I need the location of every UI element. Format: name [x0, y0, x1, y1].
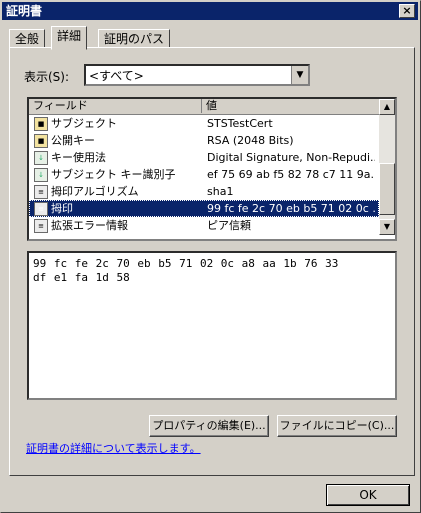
doc-icon: ≡ [34, 202, 48, 216]
scroll-thumb[interactable] [379, 163, 395, 215]
field-list[interactable]: フィールド 値 ■ サブジェクト STSTestCert ■ 公開キー RSA (2048… [27, 97, 397, 241]
list-row[interactable]: ≡ 拡張エラー情報 ピア信頼 [29, 217, 379, 234]
field-value: STSTestCert [207, 117, 273, 130]
cert-icon: ■ [34, 117, 48, 131]
column-header-field[interactable]: フィールド [29, 99, 202, 113]
download-icon: ↓ [34, 151, 48, 165]
show-label: 表示(S): [24, 70, 70, 84]
scroll-down-icon[interactable]: ▼ [379, 219, 395, 235]
list-row[interactable]: ↓ キー使用法 Digital Signature, Non-Repudi... [29, 149, 379, 166]
doc-icon: ≡ [34, 185, 48, 199]
field-value: RSA (2048 Bits) [207, 134, 294, 147]
download-icon: ↓ [34, 168, 48, 182]
ok-button[interactable]: OK [326, 484, 410, 506]
details-help-link[interactable]: 証明書の詳細について表示します。 [26, 440, 201, 456]
list-row[interactable]: ■ サブジェクト STSTestCert [29, 115, 379, 132]
list-row[interactable]: ≡ 拇印 99 fc fe 2c 70 eb b5 71 02 0c ... [29, 200, 379, 217]
column-header-value[interactable]: 値 [202, 99, 378, 113]
tab-certification-path[interactable]: 証明のパス [98, 29, 171, 49]
copy-to-file-button[interactable]: ファイルにコピー(C)... [277, 415, 397, 437]
field-value: ピア信頼 [207, 219, 251, 232]
list-row[interactable]: ↓ サブジェクト キー識別子 ef 75 69 ab f5 82 78 c7 11 … [29, 166, 379, 183]
field-name: 拇印 [51, 202, 73, 215]
vertical-scrollbar[interactable]: ▲ ▼ [379, 99, 395, 235]
list-header: フィールド 値 [29, 99, 379, 115]
window-title: 証明書 [6, 4, 43, 18]
edit-properties-button[interactable]: プロパティの編集(E)... [149, 415, 269, 437]
chevron-down-icon[interactable]: ▼ [291, 66, 308, 84]
value-text: 99 fc fe 2c 70 eb b5 71 02 0c a8 aa 1b 7… [33, 257, 339, 284]
title-bar: 証明書 × [2, 2, 418, 20]
cert-icon: ■ [34, 134, 48, 148]
field-name: キー使用法 [51, 151, 106, 164]
list-rows: ■ サブジェクト STSTestCert ■ 公開キー RSA (2048 Bits) ↓ キ… [29, 115, 379, 234]
field-value: sha1 [207, 185, 234, 198]
field-value: 99 fc fe 2c 70 eb b5 71 02 0c ... [207, 202, 375, 215]
field-name: 拡張エラー情報 [51, 219, 128, 232]
field-name: 拇印アルゴリズム [51, 185, 139, 198]
tab-general[interactable]: 全般 [9, 29, 46, 49]
list-row[interactable]: ■ 公開キー RSA (2048 Bits) [29, 132, 379, 149]
tab-details[interactable]: 詳細 [51, 26, 88, 50]
certificate-dialog: 証明書 × 全般 詳細 証明のパス 表示(S): <すべて> ▼ フィールド 値… [0, 0, 421, 513]
field-name: 公開キー [51, 134, 95, 147]
close-button[interactable]: × [399, 4, 415, 18]
field-name: サブジェクト [51, 117, 117, 130]
field-value: ef 75 69 ab f5 82 78 c7 11 9a... [207, 168, 375, 181]
value-textbox[interactable]: 99 fc fe 2c 70 eb b5 71 02 0c a8 aa 1b 7… [27, 251, 397, 400]
field-value: Digital Signature, Non-Repudi... [207, 151, 375, 164]
show-select[interactable]: <すべて> ▼ [84, 64, 310, 86]
show-select-value: <すべて> [89, 69, 144, 83]
scroll-up-icon[interactable]: ▲ [379, 99, 395, 115]
doc-icon: ≡ [34, 219, 48, 233]
field-name: サブジェクト キー識別子 [51, 168, 176, 181]
details-panel: 表示(S): <すべて> ▼ フィールド 値 ■ サブジェクト STSTestCer… [9, 47, 415, 476]
list-row[interactable]: ≡ 拇印アルゴリズム sha1 [29, 183, 379, 200]
